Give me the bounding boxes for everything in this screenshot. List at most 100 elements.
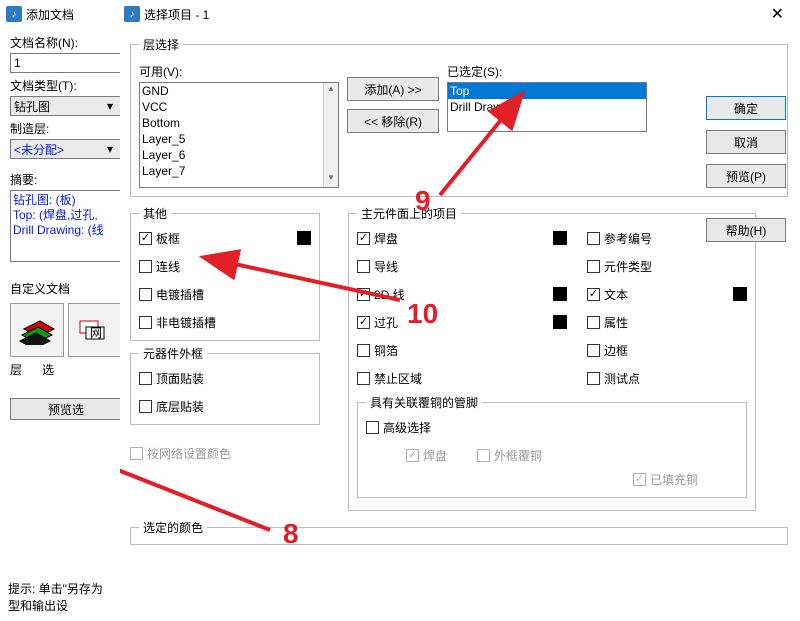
doc-name-input[interactable] <box>10 53 122 73</box>
chk-testpt[interactable]: 测试点 <box>587 368 747 388</box>
summary-line: 钻孔图: (板) <box>13 193 119 208</box>
options-button-label[interactable]: 选 <box>42 361 54 378</box>
chk-2dline[interactable]: ✓2D 线 <box>357 284 405 304</box>
chk-keepout-label: 禁止区域 <box>374 370 422 387</box>
chk-trace[interactable]: 导线 <box>357 256 567 276</box>
scrollbar[interactable]: ▴▾ <box>323 83 338 187</box>
chk-refdes-label: 参考编号 <box>604 230 652 247</box>
chk-text-label: 文本 <box>604 286 628 303</box>
chk-advanced[interactable]: 高级选择 <box>366 417 431 437</box>
chk-2dline-label: 2D 线 <box>374 286 405 303</box>
selected-color-group: 选定的颜色 <box>130 519 788 545</box>
primary-group: 主元件面上的项目 ✓焊盘 导线 ✓2D 线 ✓过孔 铜箔 禁止区域 参考编号 <box>348 205 756 511</box>
custom-layers-button[interactable] <box>10 303 64 357</box>
add-layer-button[interactable]: 添加(A) >> <box>347 77 439 101</box>
select-items-dialog: ♪ 选择项目 - 1 ✕ 层选择 可用(V): GND VCC Bottom L… <box>120 2 798 616</box>
assoc-copper-group: 具有关联覆铜的管脚 高级选择 ✓焊盘 外框覆铜 ✓已填充铜 <box>357 394 747 498</box>
selected-color-legend: 选定的颜色 <box>139 519 207 536</box>
chk-outline-label: 边框 <box>604 342 628 359</box>
chk-keepout[interactable]: 禁止区域 <box>357 368 567 388</box>
layer-select-group: 层选择 可用(V): GND VCC Bottom Layer_5 Layer_… <box>130 36 788 197</box>
add-doc-titlebar: ♪ 添加文档 <box>2 2 130 26</box>
summary-box: 钻孔图: (板) Top: (焊盘,过孔, Drill Drawing: (线 <box>10 190 122 262</box>
chk-copper-label: 铜箔 <box>374 342 398 359</box>
color-swatch[interactable] <box>733 287 747 301</box>
chk-outline[interactable]: 边框 <box>587 340 747 360</box>
list-item[interactable]: Bottom <box>140 115 338 131</box>
chk-pad[interactable]: ✓焊盘 <box>357 228 398 248</box>
available-label: 可用(V): <box>139 63 339 80</box>
chk-via[interactable]: ✓过孔 <box>357 312 398 332</box>
summary-line: Drill Drawing: (线 <box>13 223 119 238</box>
fab-layer-combo[interactable]: <未分配> ▾ <box>10 139 122 159</box>
list-item[interactable]: Layer_5 <box>140 131 338 147</box>
doc-type-combo[interactable]: 钻孔图 ▾ <box>10 96 122 116</box>
chk-assoc-pad-label: 焊盘 <box>423 447 447 464</box>
chk-bottom-mount[interactable]: 底层贴装 <box>139 396 311 416</box>
list-item[interactable]: Drill Drawing <box>448 99 646 115</box>
chk-comptype-label: 元件类型 <box>604 258 652 275</box>
summary-line: Top: (焊盘,过孔, <box>13 208 119 223</box>
preview-sel-label: 预览选 <box>48 401 84 418</box>
svg-text:网: 网 <box>90 326 102 340</box>
chk-advanced-label: 高级选择 <box>383 419 431 436</box>
list-item[interactable]: Top <box>448 83 646 99</box>
app-icon: ♪ <box>124 6 140 22</box>
color-swatch[interactable] <box>553 231 567 245</box>
comp-outline-group: 元器件外框 顶面贴装 底层贴装 <box>130 345 320 425</box>
chk-copper[interactable]: 铜箔 <box>357 340 567 360</box>
cancel-button[interactable]: 取消 <box>706 130 786 154</box>
chk-pad-label: 焊盘 <box>374 230 398 247</box>
custom-output-button[interactable]: 网 <box>68 303 122 357</box>
chk-frame[interactable]: ✓板框 <box>139 228 180 248</box>
chk-lines[interactable]: 连线 <box>139 256 311 276</box>
chk-nonplated-slot-label: 非电镀插槽 <box>156 314 216 331</box>
help-label: 帮助(H) <box>726 222 767 239</box>
selected-listbox[interactable]: Top Drill Drawing <box>447 82 647 132</box>
add-doc-title: 添加文档 <box>26 6 74 23</box>
list-item[interactable]: Layer_6 <box>140 147 338 163</box>
chk-testpt-label: 测试点 <box>604 370 640 387</box>
chk-assoc-filled: ✓已填充铜 <box>633 469 698 489</box>
list-item[interactable]: GND <box>140 83 338 99</box>
chk-nonplated-slot[interactable]: 非电镀插槽 <box>139 312 311 332</box>
chk-via-label: 过孔 <box>374 314 398 331</box>
doc-type-value: 钻孔图 <box>14 98 50 115</box>
chk-lines-label: 连线 <box>156 258 180 275</box>
preview-sel-button[interactable]: 预览选 <box>10 398 122 420</box>
layers-icon <box>18 315 56 345</box>
chk-trace-label: 导线 <box>374 258 398 275</box>
chk-by-net-color: 按网络设置颜色 <box>130 443 231 463</box>
preview-button[interactable]: 预览(P) <box>706 164 786 188</box>
chk-attr[interactable]: 属性 <box>587 312 747 332</box>
chk-text[interactable]: ✓文本 <box>587 284 628 304</box>
chk-by-net-label: 按网络设置颜色 <box>147 445 231 462</box>
color-swatch[interactable] <box>553 315 567 329</box>
custom-doc-label: 自定义文档 <box>10 280 122 297</box>
layer-select-legend: 层选择 <box>139 36 183 53</box>
other-legend: 其他 <box>139 205 171 222</box>
list-item[interactable]: Layer_7 <box>140 163 338 179</box>
comp-outline-legend: 元器件外框 <box>139 345 207 362</box>
chk-plated-slot-label: 电镀插槽 <box>156 286 204 303</box>
close-icon[interactable]: ✕ <box>761 4 794 24</box>
remove-layer-button[interactable]: << 移除(R) <box>347 109 439 133</box>
ok-label: 确定 <box>734 100 758 117</box>
chk-assoc-pad: ✓焊盘 <box>406 445 447 465</box>
list-item[interactable]: VCC <box>140 99 338 115</box>
help-button[interactable]: 帮助(H) <box>706 218 786 242</box>
chk-comptype[interactable]: 元件类型 <box>587 256 747 276</box>
chk-top-mount[interactable]: 顶面贴装 <box>139 368 311 388</box>
add-layer-label: 添加(A) >> <box>364 81 421 98</box>
add-doc-dialog: ♪ 添加文档 文档名称(N): 文档类型(T): 钻孔图 ▾ 制造层: <未分配… <box>2 2 130 616</box>
available-listbox[interactable]: GND VCC Bottom Layer_5 Layer_6 Layer_7 ▴… <box>139 82 339 188</box>
layer-button-label[interactable]: 层 <box>10 361 22 378</box>
preview-label: 预览(P) <box>726 168 766 185</box>
chk-plated-slot[interactable]: 电镀插槽 <box>139 284 311 304</box>
hint-text: 提示: 单击"另存为 型和输出设 <box>8 580 103 614</box>
color-swatch[interactable] <box>553 287 567 301</box>
other-group: 其他 ✓板框 连线 电镀插槽 非电镀插槽 <box>130 205 320 341</box>
ok-button[interactable]: 确定 <box>706 96 786 120</box>
selected-label: 已选定(S): <box>447 63 647 80</box>
color-swatch[interactable] <box>297 231 311 245</box>
